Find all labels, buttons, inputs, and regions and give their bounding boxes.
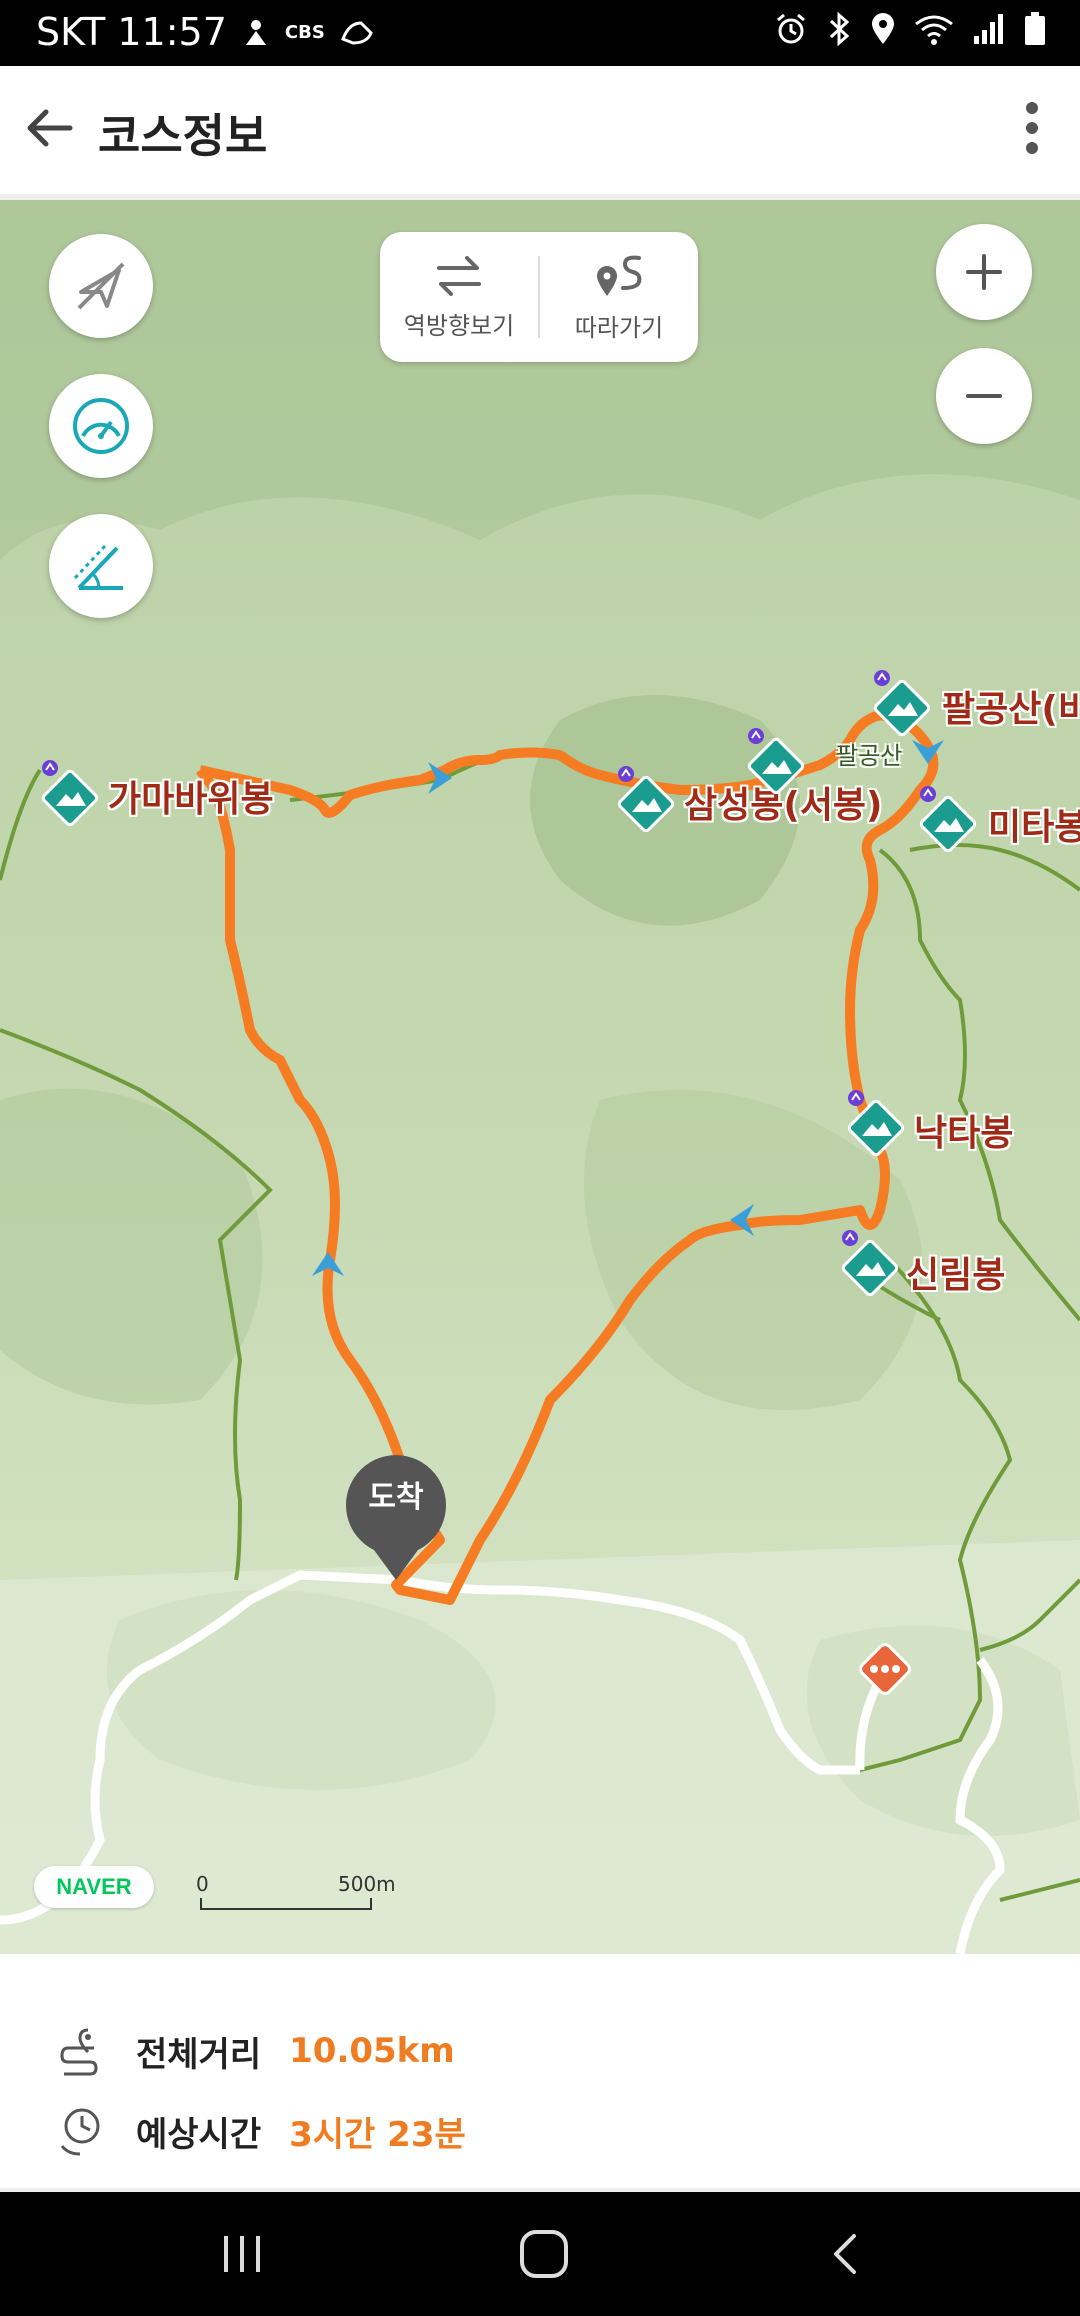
mountain-peak-icon [847,1090,905,1157]
zoom-in-button[interactable] [936,224,1032,320]
total-distance-row: 전체거리 10.05km [58,2026,455,2076]
signal-icon [974,14,1003,44]
peak-label: 가마바위봉 [108,779,274,820]
course-info-panel: 전체거리 10.05km 예상시간 3시간 23분 [0,1954,1080,2194]
scale-zero-label: 0 [196,1872,209,1896]
direction-arrow-icon [730,1204,754,1236]
estimated-time-value: 3시간 23분 [289,2114,466,2155]
mountain-peak-icon [873,670,931,737]
direction-arrow-icon [312,1252,344,1276]
area-label: 팔공산 [836,742,903,770]
clock-icon [60,2108,100,2156]
status-time: SKT 11:57 [36,10,227,54]
estimated-time-label: 예상시간 [136,2114,262,2155]
total-distance-value: 10.05km [289,2031,455,2071]
map-background [0,200,1080,1954]
route-distance-icon [60,2028,98,2076]
scale-distance-label: 500m [338,1872,396,1896]
cbs-icon: CBS [284,21,325,43]
slope-button[interactable] [49,514,153,618]
home-button[interactable] [504,2222,584,2286]
mountain-peak-icon [919,786,977,853]
chevron-left-icon [834,2234,856,2274]
recent-apps-button[interactable] [202,2222,282,2286]
peak-marker-nakta[interactable] [844,1090,908,1164]
peak-marker-samsung[interactable] [614,766,678,840]
back-button[interactable] [18,96,82,160]
direction-arrow-icon [428,762,452,794]
system-navigation-bar [0,2192,1080,2316]
recent-apps-icon [224,2236,260,2272]
total-distance-label: 전체거리 [136,2034,262,2075]
arrival-marker[interactable]: 도착 [344,1454,448,1584]
mountain-peak-icon [841,1230,899,1297]
slope-angle-icon [73,544,123,590]
status-bar: SKT 11:57 CBS [0,0,1080,66]
peak-marker-gamabawi[interactable] [38,760,102,834]
follow-label: 따라가기 [574,313,664,342]
peak-label: 팔공산(비 [942,689,1080,730]
zoom-out-button[interactable] [936,348,1032,444]
follow-button[interactable]: 따라가기 [540,232,698,362]
home-icon [520,2230,568,2278]
compass-button[interactable] [49,234,153,338]
peak-marker-palgong[interactable] [870,670,934,744]
battery-icon [1025,12,1045,45]
route-options: 역방향보기 따라가기 [380,232,698,362]
peak-marker-mita[interactable] [916,786,980,860]
mountain-peak-icon [41,760,99,827]
alarm-icon [777,13,805,44]
minus-icon [966,394,1002,398]
estimated-time-row: 예상시간 3시간 23분 [58,2106,466,2156]
reverse-direction-button[interactable]: 역방향보기 [380,232,538,362]
arrival-label: 도착 [368,1480,424,1515]
poi-marker[interactable] [852,1636,918,1706]
course-map[interactable]: 가마바위봉 삼성봉(서봉) 팔공산(비 팔공산 미타봉 낙타봉 신림봉 도착 역… [0,200,1080,1954]
notification-app-icon [245,20,266,45]
peak-label: 신림봉 [906,1255,1006,1296]
reverse-direction-label: 역방향보기 [403,311,515,340]
bluetooth-icon [829,12,850,46]
peak-marker-palgong-area[interactable] [744,728,808,802]
more-vertical-icon [1026,102,1038,154]
speed-button[interactable] [49,374,153,478]
peak-marker-sinrim[interactable] [838,1230,902,1304]
shoe-icon [340,21,373,45]
compass-off-icon [77,262,125,310]
more-poi-icon [859,1643,911,1695]
swap-arrows-icon [437,255,481,296]
back-arrow-icon [27,109,73,147]
peak-label: 미타봉 [988,807,1080,848]
peak-label: 낙타봉 [914,1113,1014,1154]
plus-icon [966,254,1002,290]
mountain-peak-icon [747,728,805,795]
speedometer-icon [73,398,129,454]
page-title: 코스정보 [98,109,268,163]
map-scale: 0 500m [196,1872,396,1912]
wifi-icon [915,15,953,45]
app-bar: 코스정보 [0,66,1080,200]
follow-route-icon [597,255,642,296]
location-icon [872,13,894,44]
back-nav-button[interactable] [806,2222,886,2286]
naver-logo: NAVER [34,1866,154,1908]
scale-line [200,1898,372,1910]
more-options-button[interactable] [1010,96,1054,160]
mountain-peak-icon [617,766,675,833]
